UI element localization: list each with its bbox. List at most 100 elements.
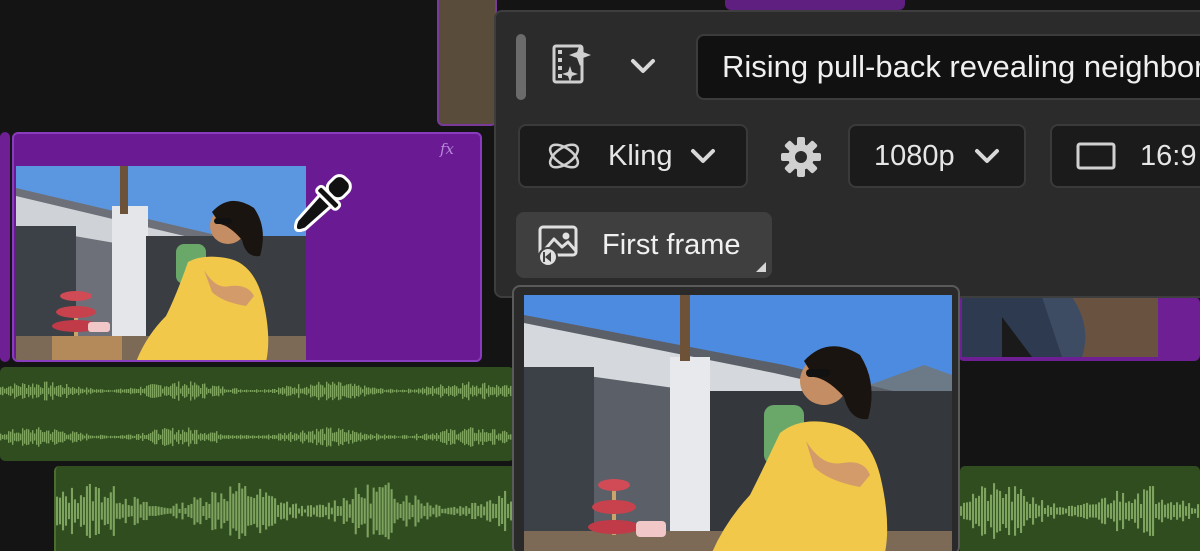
video-clip-selected[interactable]: fx	[12, 132, 482, 362]
waveform-bar	[104, 390, 106, 392]
waveform-bar	[330, 384, 332, 398]
waveform-bar	[464, 385, 466, 397]
waveform-bar	[402, 435, 404, 439]
waveform-bar	[423, 505, 426, 517]
waveform-bar	[36, 384, 38, 398]
prompt-input[interactable]: Rising pull-back revealing neighborho	[696, 34, 1200, 100]
waveform-bar	[432, 433, 434, 441]
waveform-bar	[1125, 502, 1128, 520]
waveform-bar	[246, 435, 248, 439]
waveform-bar	[430, 388, 432, 394]
waveform-bar	[1050, 507, 1053, 515]
waveform-bar	[452, 386, 454, 396]
resolution-dropdown[interactable]: 1080p	[848, 124, 1026, 188]
waveform-bar	[1062, 507, 1065, 515]
waveform-bar	[1005, 494, 1008, 528]
waveform-bar	[336, 431, 338, 443]
waveform-bar	[242, 390, 244, 392]
waveform-bar	[154, 384, 156, 398]
waveform-bar	[292, 388, 294, 394]
waveform-bar	[222, 435, 224, 439]
model-logo-icon	[548, 143, 580, 169]
waveform-bar	[496, 384, 498, 398]
waveform-bar	[362, 435, 364, 439]
waveform-bar	[268, 434, 270, 440]
waveform-bar	[120, 388, 122, 394]
waveform-bar	[1056, 507, 1059, 515]
waveform-bar	[142, 501, 145, 521]
waveform-bar	[342, 385, 344, 397]
gear-icon[interactable]	[780, 136, 822, 178]
panel-drag-handle[interactable]	[516, 34, 526, 100]
waveform-bar	[163, 507, 166, 515]
waveform-bar	[300, 432, 302, 442]
waveform-bar	[370, 388, 372, 394]
waveform-bar	[1164, 504, 1167, 518]
waveform-bar	[340, 429, 342, 445]
waveform-bar	[444, 388, 446, 394]
audio-clip-1[interactable]	[0, 367, 514, 461]
waveform-bar	[306, 434, 308, 440]
waveform-bar	[182, 385, 184, 397]
waveform-bar	[284, 388, 286, 394]
waveform-bar	[72, 387, 74, 395]
waveform-bar	[286, 435, 288, 439]
waveform-bar	[478, 388, 480, 394]
audio-clip-3[interactable]	[960, 466, 1200, 551]
waveform-bar	[96, 389, 98, 393]
model-dropdown[interactable]: Kling	[518, 124, 748, 188]
waveform-bar	[507, 503, 510, 519]
waveform-bar	[468, 508, 471, 514]
chevron-down-icon[interactable]	[628, 54, 658, 78]
video-clip-left-edge[interactable]	[0, 132, 10, 362]
waveform-bar	[981, 486, 984, 536]
first-frame-button[interactable]: First frame	[516, 212, 772, 278]
waveform-bar	[368, 435, 370, 439]
waveform-bar	[972, 493, 975, 529]
waveform-bar	[360, 497, 363, 525]
waveform-bar	[1101, 498, 1104, 524]
waveform-bar	[462, 430, 464, 444]
waveform-bar	[294, 387, 296, 395]
waveform-bar	[394, 435, 396, 439]
video-clip-right[interactable]	[958, 297, 1200, 361]
waveform-bar	[328, 428, 330, 446]
waveform-bar	[420, 503, 423, 519]
waveform-bar	[410, 436, 412, 438]
waveform-bar	[157, 506, 160, 516]
waveform-bar	[162, 388, 164, 394]
waveform-bar	[474, 386, 476, 396]
waveform-bar	[408, 388, 410, 394]
waveform-bar	[459, 506, 462, 516]
waveform-bar	[466, 384, 468, 398]
waveform-bar	[404, 389, 406, 393]
waveform-bar	[54, 387, 56, 395]
waveform-bar	[484, 432, 486, 442]
video-clip-top[interactable]	[437, 0, 497, 126]
waveform-bar	[486, 388, 488, 394]
waveform-bar	[296, 388, 298, 394]
waveform-bar	[128, 434, 130, 440]
waveform-bar	[60, 431, 62, 443]
waveform-bar	[166, 508, 169, 514]
waveform-bar	[290, 431, 292, 443]
waveform-bar	[36, 429, 38, 445]
waveform-bar	[208, 388, 210, 394]
aspect-ratio-dropdown[interactable]: 16:9	[1050, 124, 1200, 188]
waveform-bar	[20, 433, 22, 441]
waveform-bar	[277, 505, 280, 517]
video-clip-top-strip[interactable]	[725, 0, 905, 10]
generate-video-icon[interactable]	[552, 42, 592, 86]
waveform-bar	[450, 507, 453, 515]
waveform-bar	[482, 428, 484, 446]
waveform-bar	[464, 428, 466, 446]
waveform-bar	[262, 435, 264, 439]
waveform-bar	[444, 508, 447, 514]
waveform-bar	[975, 498, 978, 524]
waveform-bar	[316, 384, 318, 398]
audio-clip-2[interactable]	[54, 466, 516, 551]
waveform-bar	[404, 435, 406, 439]
waveform-bar	[458, 388, 460, 394]
waveform-bar	[358, 433, 360, 441]
waveform-bar	[109, 492, 112, 530]
